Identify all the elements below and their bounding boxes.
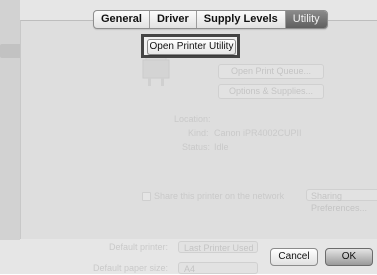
sidebar-background [0,0,20,240]
tab-driver[interactable]: Driver [150,11,197,28]
open-print-queue-button[interactable]: Open Print Queue... [218,64,324,79]
tab-bar: General Driver Supply Levels Utility [93,10,328,29]
open-printer-utility-button[interactable]: Open Printer Utility [147,39,236,55]
ok-button[interactable]: OK [325,248,373,266]
default-printer-select[interactable]: Last Printer Used [178,241,258,253]
kind-label: Kind: [188,128,209,138]
default-paper-select[interactable]: A4 [178,262,258,274]
tab-supply-levels[interactable]: Supply Levels [197,11,286,28]
share-printer-checkbox[interactable] [142,192,151,201]
location-label: Location: [174,114,211,124]
sharing-preferences-button[interactable]: Sharing Preferences... [306,189,377,213]
default-printer-label: Default printer: [109,242,169,252]
printer-options-window: General Driver Supply Levels Utility Ope… [0,0,377,274]
cancel-button[interactable]: Cancel [270,248,318,266]
kind-value: Canon iPR4002CUPII [214,128,302,138]
status-label: Status: [182,142,211,152]
tab-general[interactable]: General [94,11,150,28]
tab-utility[interactable]: Utility [285,11,327,28]
share-printer-label: Share this printer on the network [154,191,285,201]
status-value: Idle [214,142,229,152]
options-supplies-button[interactable]: Options & Supplies... [218,84,324,99]
default-paper-label: Default paper size: [93,263,169,273]
